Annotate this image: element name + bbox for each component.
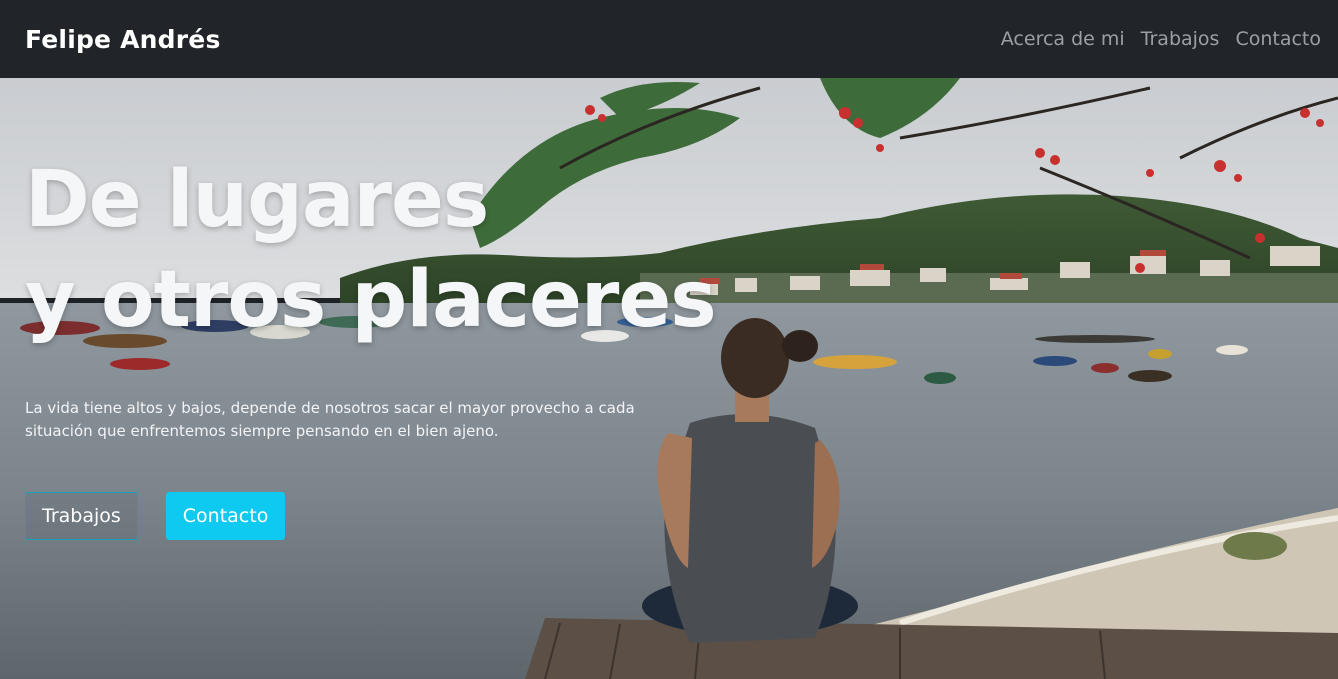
hero-headline-line1: De lugares — [25, 155, 489, 245]
hero-buttons: Trabajos Contacto — [25, 492, 716, 540]
nav-link-acerca[interactable]: Acerca de mi — [993, 28, 1133, 50]
hero-headline-line2: y otros placeres — [25, 255, 717, 345]
nav-link-trabajos[interactable]: Trabajos — [1133, 28, 1228, 50]
nav-links: Acerca de mi Trabajos Contacto — [993, 28, 1329, 50]
nav-link-contacto[interactable]: Contacto — [1227, 28, 1329, 50]
navbar: Felipe Andrés Acerca de mi Trabajos Cont… — [0, 0, 1338, 78]
contacto-button[interactable]: Contacto — [165, 492, 286, 540]
hero-lead-text: La vida tiene altos y bajos, depende de … — [25, 399, 635, 440]
hero-section: De lugares y otros placeres La vida tien… — [0, 78, 1338, 679]
hero-content: De lugares y otros placeres La vida tien… — [25, 150, 717, 540]
trabajos-button[interactable]: Trabajos — [25, 492, 138, 540]
hero-headline: De lugares y otros placeres — [25, 150, 717, 350]
brand-logo[interactable]: Felipe Andrés — [25, 25, 221, 54]
